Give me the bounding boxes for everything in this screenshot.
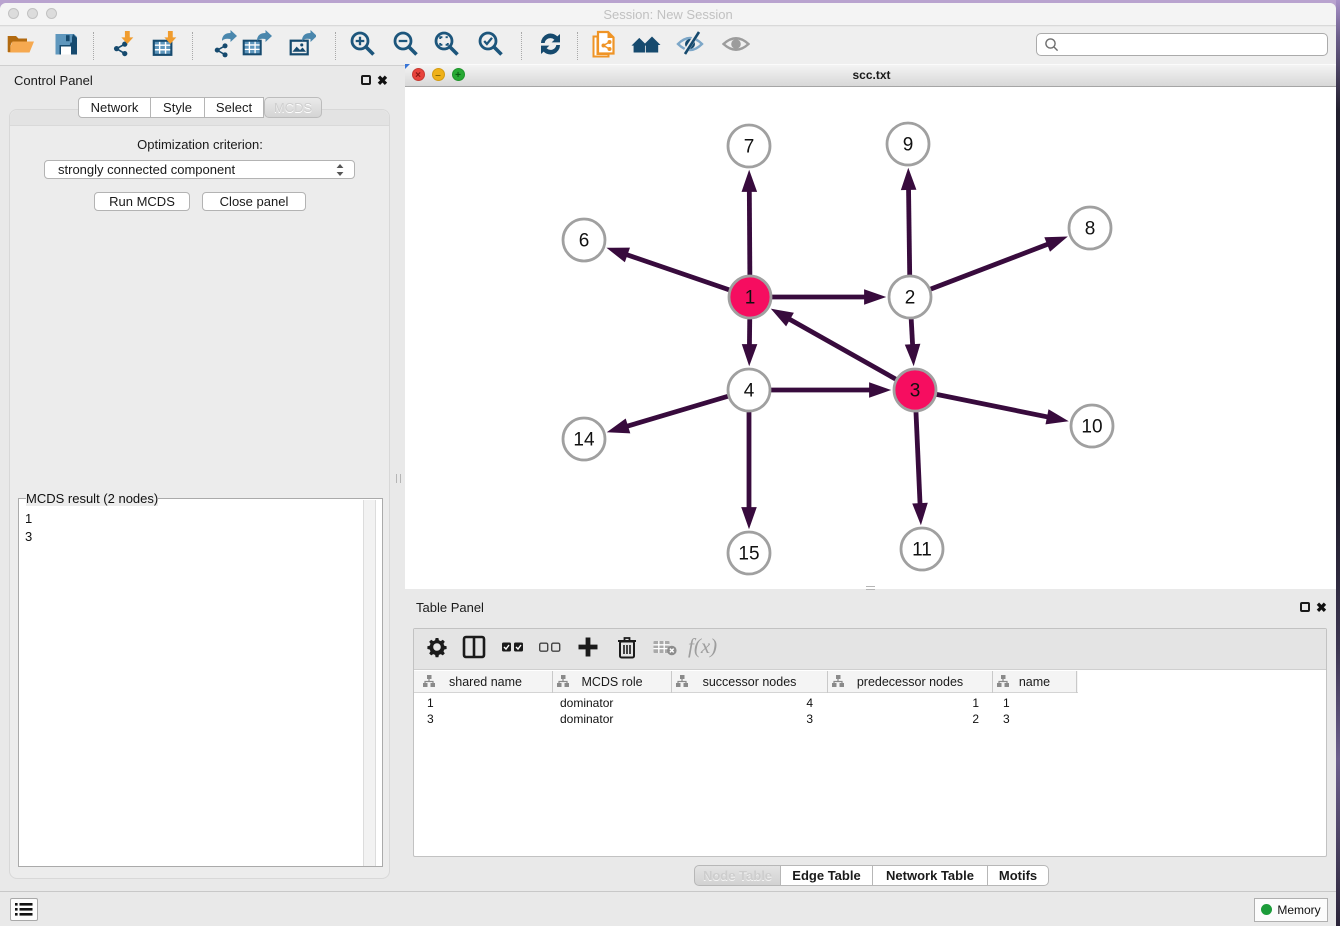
svg-text:6: 6 [579,231,590,252]
svg-text:8: 8 [1085,219,1096,240]
svg-text:3: 3 [910,381,921,402]
svg-text:1: 1 [745,288,756,309]
svg-text:11: 11 [912,540,932,561]
svg-text:4: 4 [744,381,755,402]
svg-text:7: 7 [744,137,755,158]
svg-text:9: 9 [903,135,914,156]
svg-text:14: 14 [573,430,595,451]
svg-text:15: 15 [738,544,759,565]
svg-text:10: 10 [1081,417,1102,438]
svg-text:2: 2 [905,288,916,309]
